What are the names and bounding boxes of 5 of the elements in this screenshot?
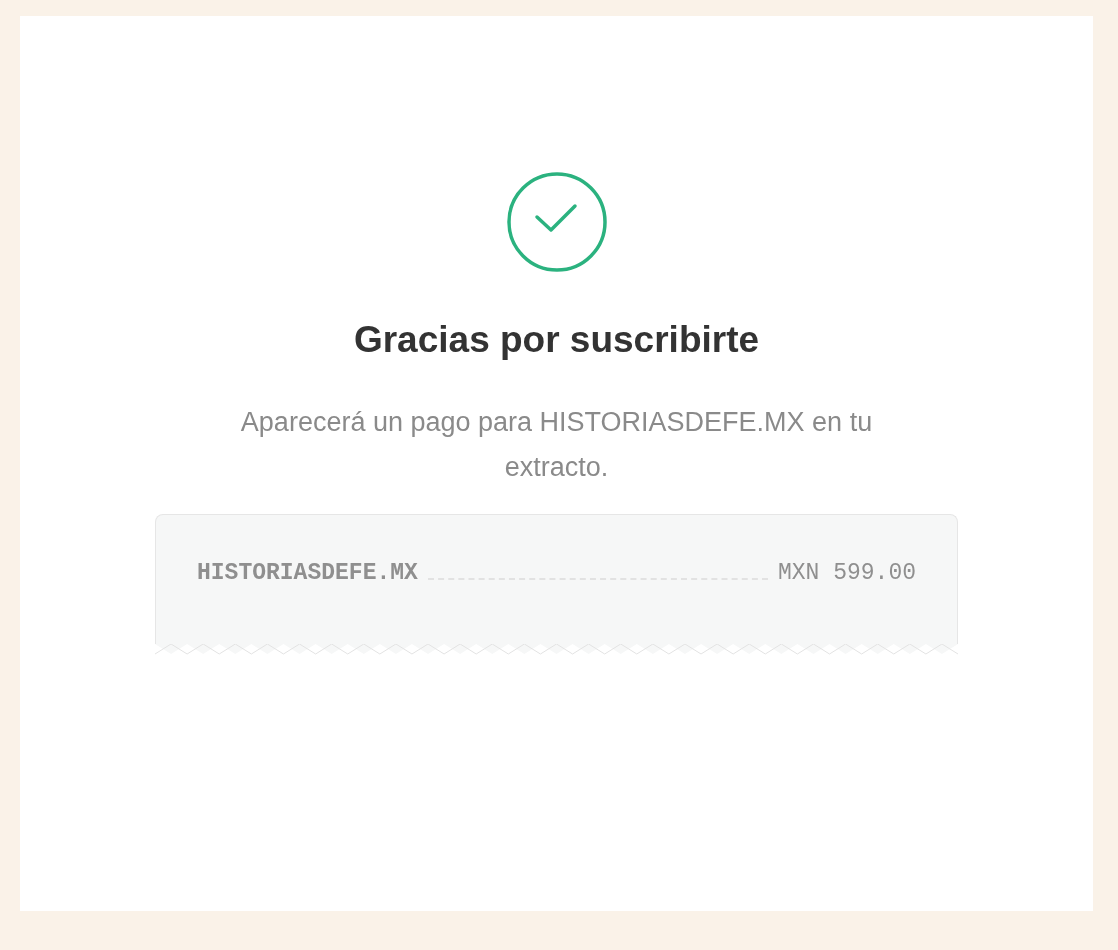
merchant-name: HISTORIASDEFE.MX — [197, 559, 418, 589]
statement-message: Aparecerá un pago para HISTORIASDEFE.MX en tu extracto. — [239, 406, 874, 484]
check-circle-icon — [505, 171, 608, 273]
page-title: Gracias por suscribirte — [353, 318, 760, 362]
amount: MXN 599.00 — [777, 559, 916, 589]
